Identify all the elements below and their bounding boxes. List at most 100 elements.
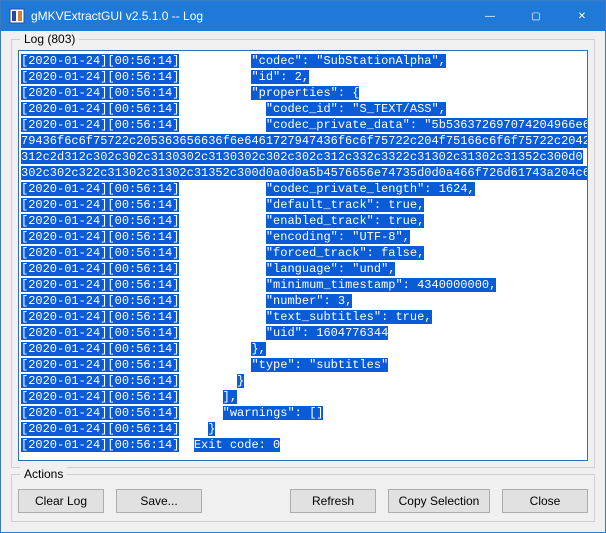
log-line: [2020-01-24][00:56:14] } xyxy=(21,421,587,437)
log-line: [2020-01-24][00:56:14] "type": "subtitle… xyxy=(21,357,587,373)
log-line: [2020-01-24][00:56:14] "number": 3, xyxy=(21,293,587,309)
client-area: Log (803) [2020-01-24][00:56:14] "codec"… xyxy=(1,31,605,532)
log-timestamp: [2020-01-24][00:56:14] xyxy=(21,54,179,68)
log-timestamp: [2020-01-24][00:56:14] xyxy=(21,406,179,420)
log-body: "uid": 1604776344 xyxy=(266,326,388,340)
log-body: "language": "und", xyxy=(266,262,396,276)
log-viewport: [2020-01-24][00:56:14] "codec": "SubStat… xyxy=(18,50,588,461)
save-button[interactable]: Save... xyxy=(116,489,202,513)
log-body: "type": "subtitles" xyxy=(251,358,388,372)
log-timestamp: [2020-01-24][00:56:14] xyxy=(21,246,179,260)
log-timestamp: [2020-01-24][00:56:14] xyxy=(21,294,179,308)
copy-selection-button[interactable]: Copy Selection xyxy=(388,489,490,513)
window-title: gMKVExtractGUI v2.5.1.0 -- Log xyxy=(31,9,467,23)
log-timestamp: [2020-01-24][00:56:14] xyxy=(21,310,179,324)
log-timestamp: [2020-01-24][00:56:14] xyxy=(21,118,179,132)
log-groupbox: Log (803) [2020-01-24][00:56:14] "codec"… xyxy=(11,39,595,468)
log-line: 302c302c322c31302c31302c31352c300d0a0d0a… xyxy=(21,165,587,181)
log-line: [2020-01-24][00:56:14] "codec": "SubStat… xyxy=(21,53,587,69)
log-timestamp: [2020-01-24][00:56:14] xyxy=(21,102,179,116)
log-timestamp: [2020-01-24][00:56:14] xyxy=(21,198,179,212)
log-line: [2020-01-24][00:56:14] } xyxy=(21,373,587,389)
log-legend-prefix: Log ( xyxy=(24,32,51,46)
log-line: [2020-01-24][00:56:14] "codec_id": "S_TE… xyxy=(21,101,587,117)
maximize-button[interactable]: ▢ xyxy=(513,1,559,31)
log-body: "id": 2, xyxy=(251,70,309,84)
log-body: "codec_private_length": 1624, xyxy=(266,182,475,196)
log-overflow: 312c2d312c302c302c3130302c3130302c302c30… xyxy=(21,150,583,164)
log-line: [2020-01-24][00:56:14] "enabled_track": … xyxy=(21,213,587,229)
log-body: "warnings": [] xyxy=(223,406,324,420)
log-body: "properties": { xyxy=(251,86,359,100)
log-timestamp: [2020-01-24][00:56:14] xyxy=(21,326,179,340)
log-timestamp: [2020-01-24][00:56:14] xyxy=(21,70,179,84)
log-timestamp: [2020-01-24][00:56:14] xyxy=(21,438,179,452)
log-line: [2020-01-24][00:56:14] }, xyxy=(21,341,587,357)
log-line: [2020-01-24][00:56:14] "codec_private_le… xyxy=(21,181,587,197)
log-line: [2020-01-24][00:56:14] "encoding": "UTF-… xyxy=(21,229,587,245)
log-body: "forced_track": false, xyxy=(266,246,424,260)
app-window: gMKVExtractGUI v2.5.1.0 -- Log — ▢ ✕ Log… xyxy=(0,0,606,533)
log-line: [2020-01-24][00:56:14] "uid": 1604776344 xyxy=(21,325,587,341)
log-body: "text_subtitles": true, xyxy=(266,310,432,324)
window-controls: — ▢ ✕ xyxy=(467,1,605,31)
log-timestamp: [2020-01-24][00:56:14] xyxy=(21,230,179,244)
log-line: [2020-01-24][00:56:14] "minimum_timestam… xyxy=(21,277,587,293)
log-timestamp: [2020-01-24][00:56:14] xyxy=(21,278,179,292)
log-body: "number": 3, xyxy=(266,294,352,308)
log-textarea[interactable]: [2020-01-24][00:56:14] "codec": "SubStat… xyxy=(21,53,587,458)
log-exit: Exit code: 0 xyxy=(194,438,280,452)
log-timestamp: [2020-01-24][00:56:14] xyxy=(21,214,179,228)
refresh-button[interactable]: Refresh xyxy=(290,489,376,513)
maximize-icon: ▢ xyxy=(531,11,540,22)
log-body: } xyxy=(237,374,244,388)
log-body: "minimum_timestamp": 4340000000, xyxy=(266,278,496,292)
log-body: ], xyxy=(223,390,237,404)
log-line: [2020-01-24][00:56:14] "language": "und"… xyxy=(21,261,587,277)
button-spacer xyxy=(214,489,278,513)
log-timestamp: [2020-01-24][00:56:14] xyxy=(21,182,179,196)
log-body: "encoding": "UTF-8", xyxy=(266,230,410,244)
log-body: "codec_private_data": "5b536372697074204… xyxy=(266,118,587,132)
log-body: "enabled_track": true, xyxy=(266,214,424,228)
log-line: [2020-01-24][00:56:14] Exit code: 0 xyxy=(21,437,587,453)
minimize-button[interactable]: — xyxy=(467,1,513,31)
log-line: [2020-01-24][00:56:14] "warnings": [] xyxy=(21,405,587,421)
app-icon xyxy=(9,8,25,24)
log-line: 312c2d312c302c302c3130302c3130302c302c30… xyxy=(21,149,587,165)
clear-log-button[interactable]: Clear Log xyxy=(18,489,104,513)
log-body: }, xyxy=(251,342,265,356)
close-window-button[interactable]: ✕ xyxy=(559,1,605,31)
log-body: "default_track": true, xyxy=(266,198,424,212)
actions-row: Clear Log Save... Refresh Copy Selection… xyxy=(18,489,588,513)
minimize-icon: — xyxy=(485,11,495,22)
log-timestamp: [2020-01-24][00:56:14] xyxy=(21,374,179,388)
log-timestamp: [2020-01-24][00:56:14] xyxy=(21,390,179,404)
log-line: [2020-01-24][00:56:14] "forced_track": f… xyxy=(21,245,587,261)
log-line: 79436f6c6f75722c205363656636f6e646172794… xyxy=(21,133,587,149)
log-line: [2020-01-24][00:56:14] ], xyxy=(21,389,587,405)
log-legend-suffix: ) xyxy=(71,32,75,46)
close-button[interactable]: Close xyxy=(502,489,588,513)
log-timestamp: [2020-01-24][00:56:14] xyxy=(21,86,179,100)
log-body: } xyxy=(208,422,215,436)
log-timestamp: [2020-01-24][00:56:14] xyxy=(21,358,179,372)
actions-legend: Actions xyxy=(20,467,67,481)
log-overflow: 79436f6c6f75722c205363656636f6e646172794… xyxy=(21,134,587,148)
log-timestamp: [2020-01-24][00:56:14] xyxy=(21,342,179,356)
log-body: "codec": "SubStationAlpha", xyxy=(251,54,445,68)
log-body: "codec_id": "S_TEXT/ASS", xyxy=(266,102,446,116)
log-count: 803 xyxy=(51,32,71,46)
titlebar[interactable]: gMKVExtractGUI v2.5.1.0 -- Log — ▢ ✕ xyxy=(1,1,605,31)
log-legend: Log (803) xyxy=(20,32,79,46)
log-line: [2020-01-24][00:56:14] "properties": { xyxy=(21,85,587,101)
log-line: [2020-01-24][00:56:14] "default_track": … xyxy=(21,197,587,213)
log-timestamp: [2020-01-24][00:56:14] xyxy=(21,262,179,276)
log-line: [2020-01-24][00:56:14] "id": 2, xyxy=(21,69,587,85)
log-line: [2020-01-24][00:56:14] "text_subtitles":… xyxy=(21,309,587,325)
log-overflow: 302c302c322c31302c31302c31352c300d0a0d0a… xyxy=(21,166,587,180)
log-timestamp: [2020-01-24][00:56:14] xyxy=(21,422,179,436)
close-icon: ✕ xyxy=(578,11,586,22)
actions-groupbox: Actions Clear Log Save... Refresh Copy S… xyxy=(11,474,595,522)
log-line: [2020-01-24][00:56:14] "codec_private_da… xyxy=(21,117,587,133)
